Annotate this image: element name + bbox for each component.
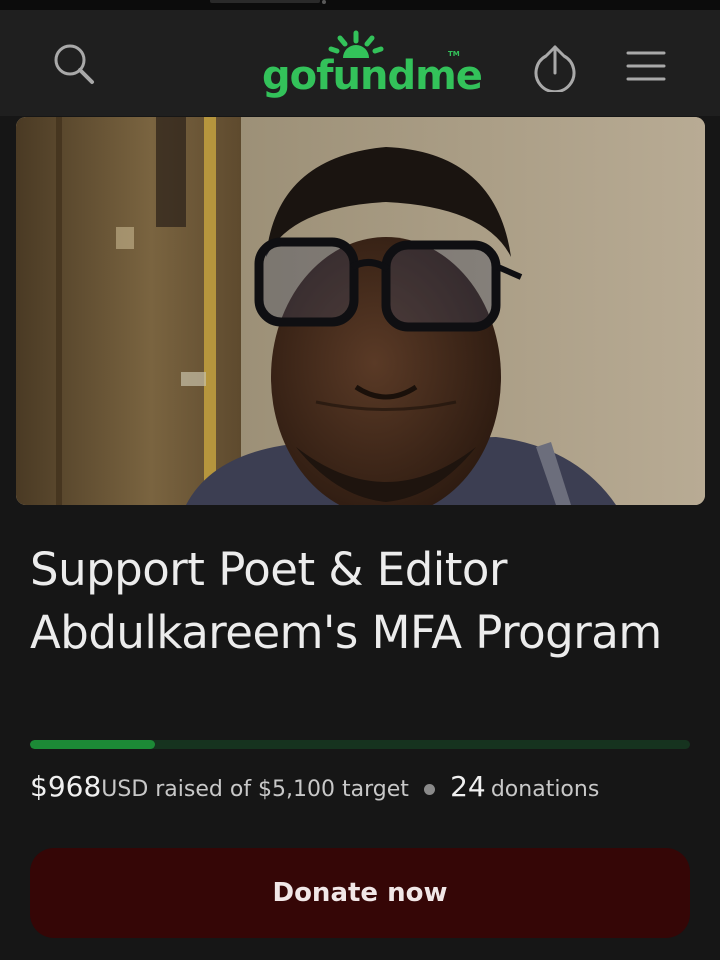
status-bar	[0, 0, 720, 10]
raised-amount: $968	[30, 770, 102, 803]
donate-now-button[interactable]: Donate now	[30, 848, 690, 938]
fundraising-progress-bar	[30, 740, 690, 749]
separator-dot	[424, 784, 436, 795]
gofundme-logo[interactable]: gofundme TM	[258, 28, 483, 112]
donations-label: donations	[490, 777, 600, 802]
campaign-photo	[16, 117, 705, 505]
share-upload-icon	[534, 45, 576, 94]
hamburger-menu-icon	[626, 51, 666, 81]
progress-fill	[30, 740, 156, 749]
donations-count: 24	[450, 770, 486, 803]
search-icon	[54, 44, 94, 84]
raised-text: USD raised of $5,100 target	[101, 777, 409, 802]
fundraising-stats: $968USD raised of $5,100 target 24 donat…	[30, 770, 690, 810]
campaign-hero-image[interactable]	[16, 117, 705, 505]
search-button[interactable]	[52, 42, 98, 88]
share-button[interactable]	[530, 42, 580, 94]
campaign-title: Support Poet & Editor Abdulkareem's MFA …	[30, 543, 662, 659]
status-dot	[322, 0, 326, 4]
menu-button[interactable]	[624, 48, 668, 84]
logo-trademark: TM	[448, 50, 460, 58]
status-indicator	[210, 0, 320, 3]
top-navigation-bar: gofundme TM	[0, 10, 720, 116]
logo-wordmark: gofundme	[262, 53, 483, 99]
